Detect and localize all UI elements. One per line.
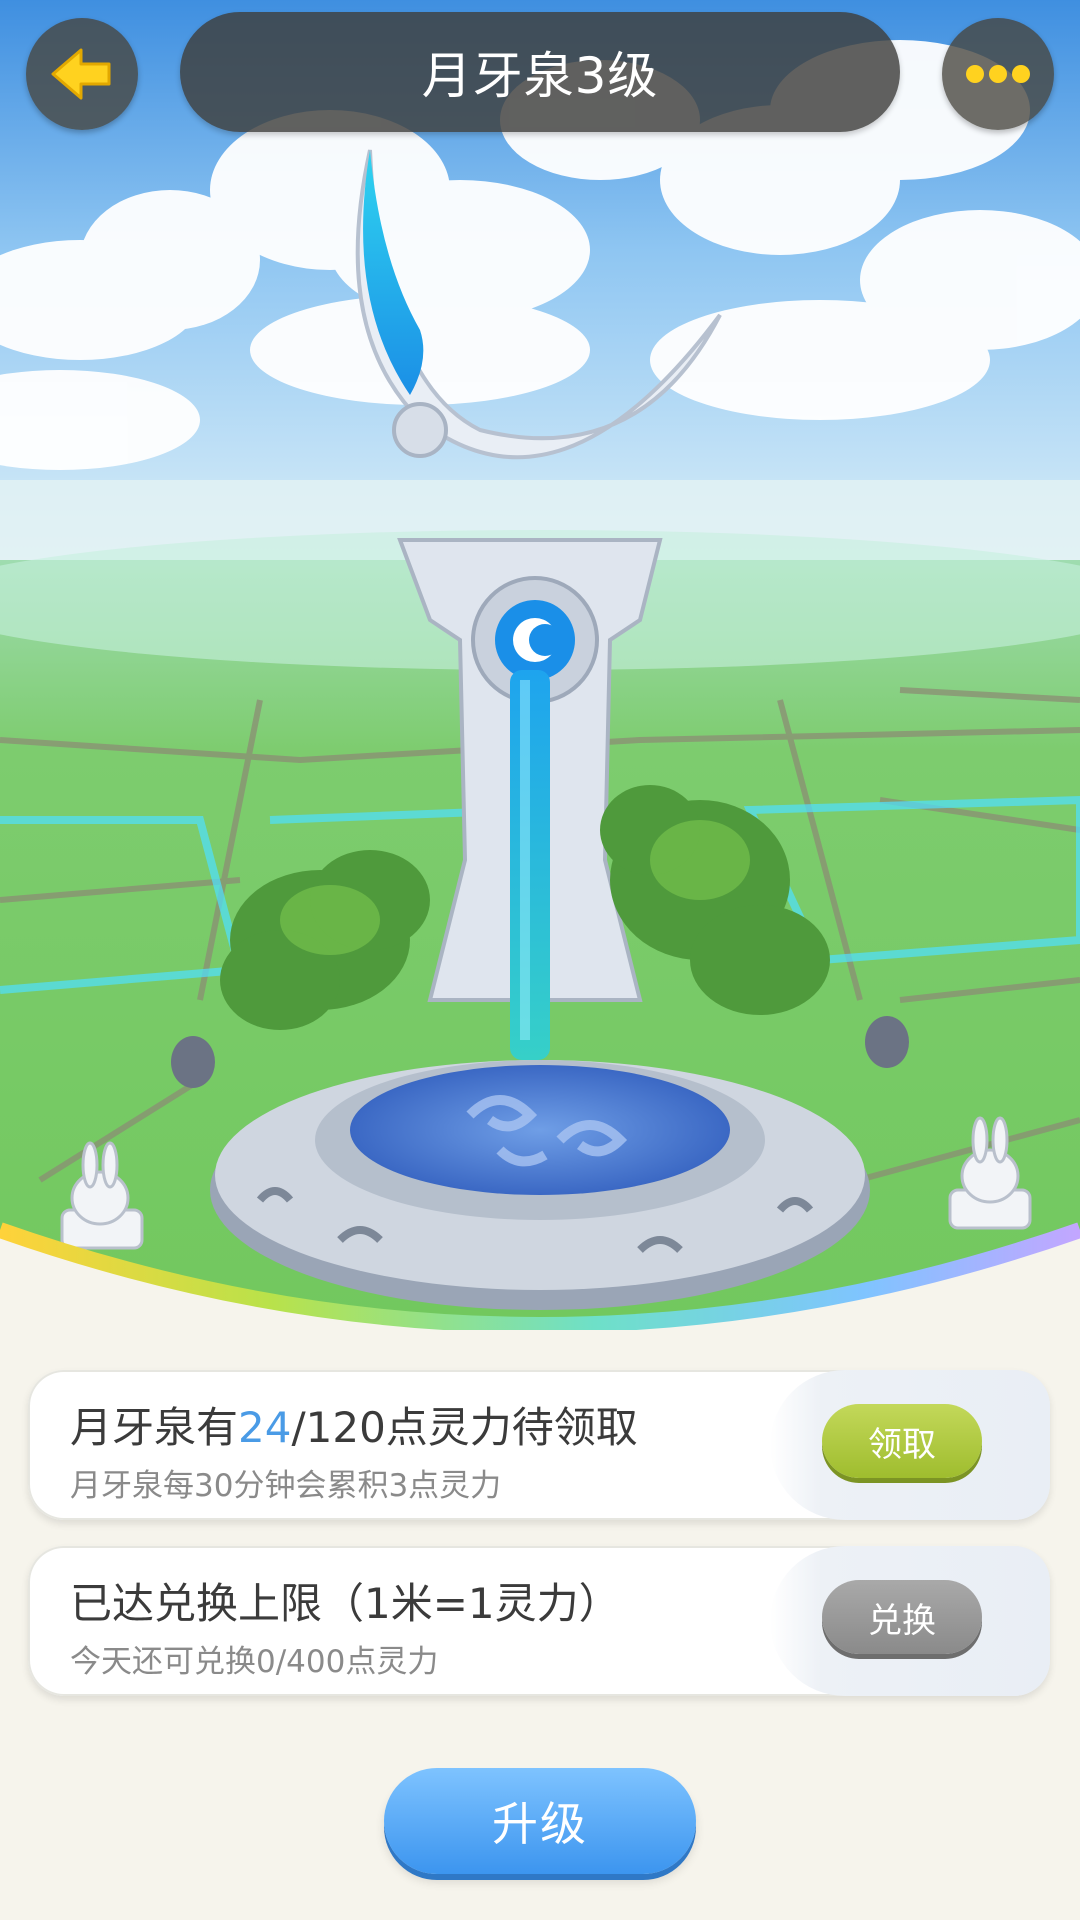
claim-current-value: 24 — [238, 1403, 292, 1452]
claim-title-suffix: /120点灵力待领取 — [291, 1403, 638, 1452]
more-button[interactable] — [942, 18, 1054, 130]
upgrade-button[interactable]: 升级 — [384, 1768, 696, 1874]
back-arrow-icon — [51, 48, 111, 100]
back-button[interactable] — [26, 18, 138, 130]
claim-button[interactable]: 领取 — [822, 1404, 982, 1478]
claim-subtitle: 月牙泉每30分钟会累积3点灵力 — [70, 1468, 502, 1504]
exchange-subtitle: 今天还可兑换0/400点灵力 — [70, 1644, 439, 1680]
claim-card: 月牙泉有24/120点灵力待领取 月牙泉每30分钟会累积3点灵力 领取 — [28, 1370, 1050, 1520]
page-title: 月牙泉3级 — [421, 47, 659, 105]
claim-title-prefix: 月牙泉有 — [70, 1403, 239, 1452]
title-bar: 月牙泉3级 — [180, 12, 900, 132]
more-dots-icon — [966, 65, 1030, 83]
game-scene — [0, 0, 1080, 1330]
fountain-scene-art — [0, 0, 1080, 1330]
exchange-button[interactable]: 兑换 — [822, 1580, 982, 1654]
exchange-title: 已达兑换上限（1米=1灵力） — [70, 1579, 621, 1628]
claim-title: 月牙泉有24/120点灵力待领取 — [70, 1394, 638, 1455]
exchange-card: 已达兑换上限（1米=1灵力） 今天还可兑换0/400点灵力 兑换 — [28, 1546, 1050, 1696]
